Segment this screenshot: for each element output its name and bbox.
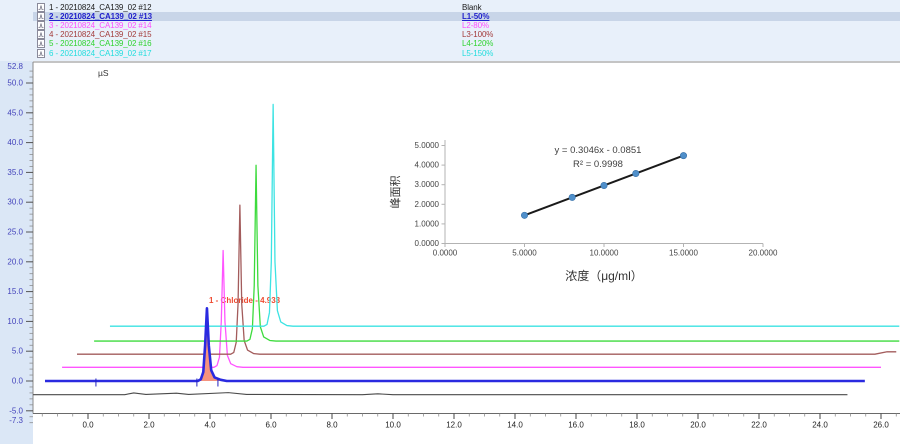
trace-l5-150[interactable] xyxy=(110,104,899,326)
trace-l2-80[interactable] xyxy=(62,250,881,367)
calibration-xlabel: 浓度（μg/ml） xyxy=(565,268,643,283)
calibration-point[interactable] xyxy=(569,194,575,200)
calibration-y-tick-label: 1.0000 xyxy=(415,219,440,228)
y-axis-max-label: 52.8 xyxy=(7,62,23,71)
y-tick-label: -5.0 xyxy=(9,406,23,415)
x-tick-label: 8.0 xyxy=(326,421,338,430)
y-tick-label: 0.0 xyxy=(12,377,24,386)
y-tick-label: 25.0 xyxy=(7,228,23,237)
legend-level-label: L2-80% xyxy=(462,21,489,30)
y-tick-label: 5.0 xyxy=(12,347,24,356)
calibration-y-tick-label: 2.0000 xyxy=(415,200,440,209)
x-tick-label: 20.0 xyxy=(690,421,706,430)
calibration-point[interactable] xyxy=(601,182,607,188)
x-tick-label: 18.0 xyxy=(629,421,645,430)
y-tick-label: 30.0 xyxy=(7,198,23,207)
calibration-y-tick-label: 4.0000 xyxy=(415,161,440,170)
y-tick-label: 10.0 xyxy=(7,317,23,326)
legend-sample-name: 5 - 20210824_CA139_02 #16 xyxy=(49,39,151,48)
signal-unit-label: µS xyxy=(98,68,109,78)
calibration-point[interactable] xyxy=(633,170,639,176)
x-tick-label: 22.0 xyxy=(751,421,767,430)
y-tick-label: 20.0 xyxy=(7,257,23,266)
legend-sample-name: 3 - 20210824_CA139_02 #14 xyxy=(49,21,151,30)
legend-level-label: Blank xyxy=(462,3,482,12)
calibration-x-tick-label: 20.0000 xyxy=(749,249,778,258)
x-tick-label: 12.0 xyxy=(446,421,462,430)
calibration-x-tick-label: 0.0000 xyxy=(433,249,458,258)
calibration-equation: y = 0.3046x - 0.0851 xyxy=(555,145,642,156)
y-tick-label: 35.0 xyxy=(7,168,23,177)
legend-sample-name: 6 - 20210824_CA139_02 #17 xyxy=(49,49,151,58)
legend-row-3[interactable]: 3 - 20210824_CA139_02 #14 L2-80% xyxy=(33,21,900,30)
x-tick-label: 16.0 xyxy=(568,421,584,430)
calibration-ylabel: 峰面积 xyxy=(389,176,402,209)
trace-l4-120[interactable] xyxy=(94,165,899,341)
x-tick-label: 6.0 xyxy=(265,421,277,430)
calibration-y-tick-label: 0.0000 xyxy=(415,239,440,248)
y-tick-label: 15.0 xyxy=(7,287,23,296)
calibration-y-tick-label: 3.0000 xyxy=(415,180,440,189)
calibration-y-tick-label: 5.0000 xyxy=(415,141,440,150)
legend-row-4[interactable]: 4 - 20210824_CA139_02 #15 L3-100% xyxy=(33,30,900,39)
y-tick-label: 40.0 xyxy=(7,138,23,147)
x-tick-label: 14.0 xyxy=(507,421,523,430)
calibration-point[interactable] xyxy=(680,152,686,158)
legend-row-5[interactable]: 5 - 20210824_CA139_02 #16 L4-120% xyxy=(33,39,900,48)
calibration-x-tick-label: 5.0000 xyxy=(512,249,537,258)
trace-l3-100[interactable] xyxy=(77,205,896,354)
y-tick-label: 50.0 xyxy=(7,79,23,88)
chromatography-app-window: µS 1 - Chloride - 4.933 y = 0.3046x - 0.… xyxy=(0,0,900,444)
legend-sample-name: 4 - 20210824_CA139_02 #15 xyxy=(49,30,151,39)
y-axis-min-label: -7.3 xyxy=(9,416,23,425)
x-tick-label: 4.0 xyxy=(204,421,216,430)
calibration-r2: R² = 0.9998 xyxy=(573,159,623,170)
chromatogram-file-icon xyxy=(37,49,45,60)
x-tick-label: 26.0 xyxy=(873,421,889,430)
legend-sample-name: 2 - 20210824_CA139_02 #13 xyxy=(49,12,152,21)
legend-level-label: L5-150% xyxy=(462,49,493,58)
x-tick-label: 10.0 xyxy=(385,421,401,430)
legend-sample-name: 1 - 20210824_CA139_02 #12 xyxy=(49,3,151,12)
legend-level-label: L4-120% xyxy=(462,39,493,48)
x-tick-label: 0.0 xyxy=(82,421,94,430)
legend-level-label: L1-50% xyxy=(462,12,489,21)
x-tick-label: 24.0 xyxy=(812,421,828,430)
chromatogram-plot: µS 1 - Chloride - 4.933 y = 0.3046x - 0.… xyxy=(0,0,900,444)
legend-level-label: L3-100% xyxy=(462,30,493,39)
calibration-point[interactable] xyxy=(521,212,527,218)
y-tick-label: 45.0 xyxy=(7,108,23,117)
legend-row-1[interactable]: 1 - 20210824_CA139_02 #12 Blank xyxy=(33,3,900,12)
calibration-x-tick-label: 15.0000 xyxy=(669,249,698,258)
legend-row-2[interactable]: 2 - 20210824_CA139_02 #13 L1-50% xyxy=(33,12,900,21)
trace-l1-50[interactable] xyxy=(45,308,865,381)
calibration-x-tick-label: 10.0000 xyxy=(590,249,619,258)
legend-row-6[interactable]: 6 - 20210824_CA139_02 #17 L5-150% xyxy=(33,49,900,58)
trace-legend: 1 - 20210824_CA139_02 #12Blank2 - 202108… xyxy=(0,0,900,61)
x-tick-label: 2.0 xyxy=(143,421,155,430)
trace-blank[interactable] xyxy=(33,393,847,395)
